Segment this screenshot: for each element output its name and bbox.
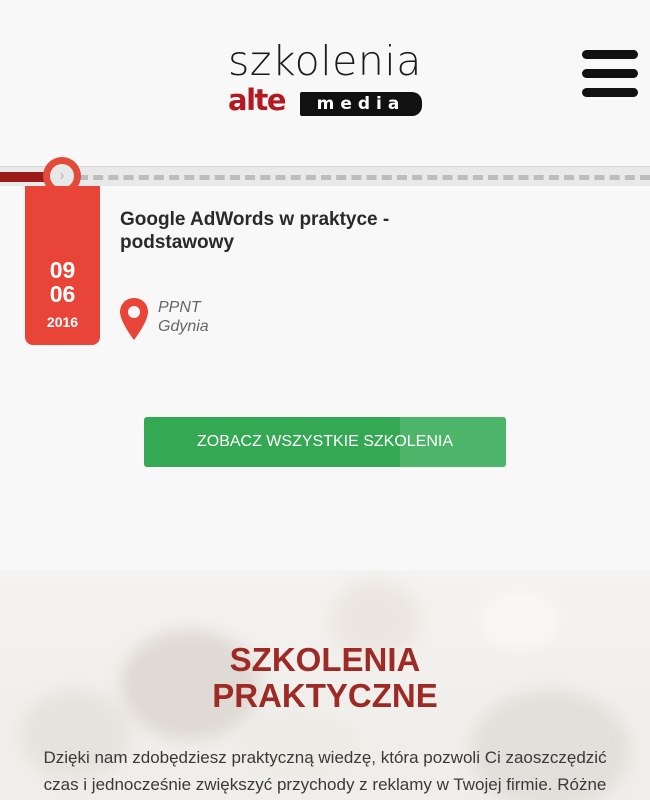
location-place: PPNT — [158, 299, 201, 316]
hero-section: SZKOLENIA PRAKTYCZNE Dzięki nam zdobędzi… — [0, 570, 650, 800]
event-date-badge: 09 06 2016 — [25, 186, 100, 345]
logo-top-text: szkolenia — [228, 37, 422, 85]
logo[interactable]: szkolenia alte media — [228, 38, 424, 118]
all-trainings-button-label: ZOBACZ WSZYSTKIE SZKOLENIA — [196, 433, 454, 450]
map-pin-icon — [120, 298, 148, 340]
event-title[interactable]: Google AdWords w praktyce - podstawowy — [120, 208, 440, 254]
hero-title: SZKOLENIA PRAKTYCZNE — [0, 642, 650, 714]
event-year: 2016 — [46, 314, 79, 330]
hamburger-icon[interactable] — [582, 50, 638, 98]
chevron-right-icon: › — [50, 164, 74, 188]
timeline-progress — [0, 172, 48, 182]
location-city: Gdynia — [158, 318, 209, 335]
event-month: 06 — [49, 281, 76, 307]
hero-title-line1: SZKOLENIA — [229, 641, 421, 678]
hamburger-line — [582, 69, 638, 78]
logo-alte-text: alte — [228, 83, 287, 117]
hero-title-line2: PRAKTYCZNE — [212, 677, 438, 714]
hamburger-line — [582, 88, 638, 97]
hamburger-line — [582, 50, 638, 59]
site-header: szkolenia alte media — [0, 0, 650, 165]
logo-media-text: media — [300, 92, 422, 116]
timeline-dashed-line — [78, 175, 650, 180]
logo-bottom: alte media — [228, 84, 424, 118]
hero-description: Dzięki nam zdobędziesz praktyczną wiedzę… — [43, 748, 607, 794]
all-trainings-button[interactable]: ZOBACZ WSZYSTKIE SZKOLENIA — [144, 417, 506, 467]
event-day: 09 — [49, 257, 76, 283]
event-location: PPNT Gdynia — [158, 298, 209, 336]
